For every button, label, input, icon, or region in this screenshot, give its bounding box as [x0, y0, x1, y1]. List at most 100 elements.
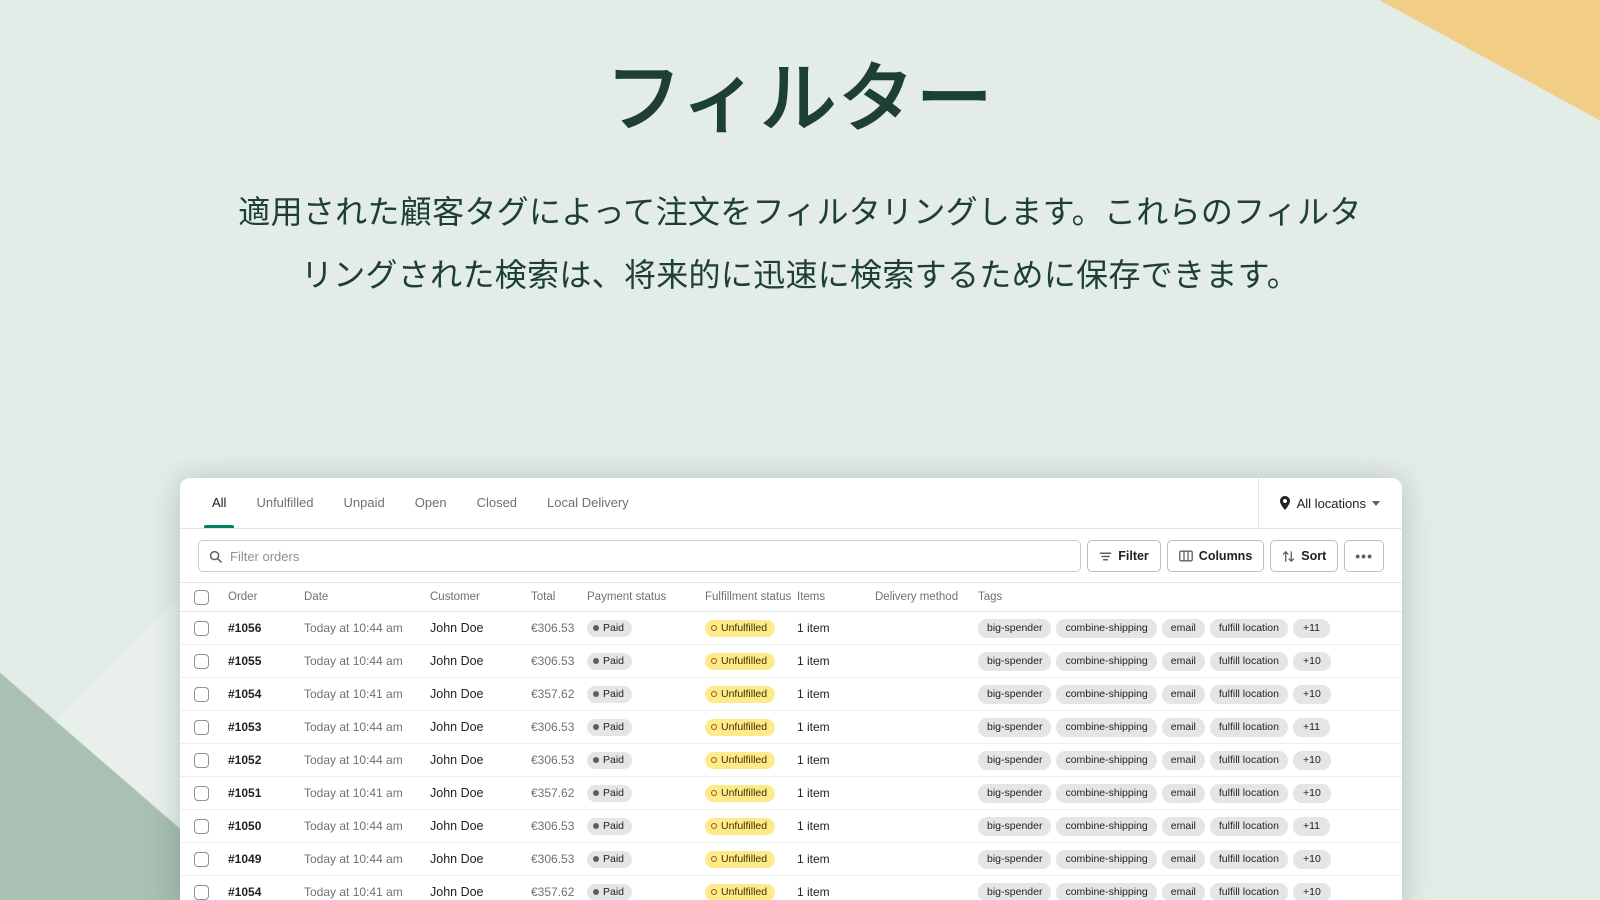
search-box[interactable] [198, 540, 1082, 572]
table-row[interactable]: #1054 Today at 10:41 am John Doe €357.62 Pai… [180, 678, 1402, 711]
row-checkbox[interactable] [194, 851, 209, 867]
tag-chip[interactable]: big-spender [978, 750, 1052, 770]
row-checkbox[interactable] [194, 620, 209, 636]
status-badge-label: Unfulfilled [721, 621, 768, 634]
tag-overflow-chip[interactable]: +10 [1292, 651, 1331, 671]
row-checkbox[interactable] [194, 785, 209, 801]
status-badge-unfulfilled: Unfulfilled [705, 685, 776, 703]
location-selector[interactable]: All locations [1257, 478, 1402, 528]
tag-chip[interactable]: big-spender [978, 618, 1052, 638]
tag-chip[interactable]: combine-shipping [1056, 783, 1157, 803]
table-row[interactable]: #1054 Today at 10:41 am John Doe €357.62 Pai… [180, 876, 1402, 900]
tag-chip[interactable]: combine-shipping [1056, 618, 1157, 638]
tag-chip[interactable]: email [1161, 651, 1205, 671]
tag-chip[interactable]: fulfill location [1209, 651, 1288, 671]
tag-chip[interactable]: fulfill location [1209, 849, 1288, 869]
tag-chip[interactable]: fulfill location [1209, 783, 1288, 803]
tag-chip[interactable]: combine-shipping [1056, 849, 1157, 869]
tag-chip[interactable]: fulfill location [1209, 684, 1288, 704]
tag-chip[interactable]: email [1161, 882, 1205, 900]
row-checkbox[interactable] [194, 818, 209, 834]
tab-unpaid[interactable]: Unpaid [332, 478, 397, 528]
tag-chip[interactable]: email [1161, 849, 1205, 869]
status-badge-paid: Paid [587, 685, 633, 703]
tag-chip[interactable]: combine-shipping [1056, 750, 1157, 770]
tag-chip[interactable]: fulfill location [1209, 816, 1288, 836]
table-row[interactable]: #1053 Today at 10:44 am John Doe €306.53 Pai… [180, 711, 1402, 744]
tab-all[interactable]: All [200, 478, 238, 528]
sort-button[interactable]: Sort [1270, 540, 1339, 572]
tab-label: Local Delivery [547, 495, 629, 510]
orders-app-window: All Unfulfilled Unpaid Open Closed Local Deli… [180, 478, 1402, 900]
table-row[interactable]: #1056 Today at 10:44 am John Doe €306.53 Pai… [180, 612, 1402, 645]
tag-chip[interactable]: combine-shipping [1056, 651, 1157, 671]
cell-date: Today at 10:41 am [304, 687, 403, 701]
row-checkbox[interactable] [194, 686, 209, 702]
column-header-items: Items [797, 591, 826, 603]
row-checkbox-cell [194, 884, 228, 900]
cell-total: €306.53 [531, 621, 575, 635]
tag-chip[interactable]: big-spender [978, 816, 1052, 836]
tab-closed[interactable]: Closed [465, 478, 529, 528]
select-all-checkbox[interactable] [194, 589, 209, 605]
more-actions-button[interactable]: ••• [1344, 540, 1384, 572]
tag-overflow-chip[interactable]: +10 [1292, 750, 1331, 770]
tag-chip[interactable]: combine-shipping [1056, 882, 1157, 900]
table-row[interactable]: #1055 Today at 10:44 am John Doe €306.53 Pai… [180, 645, 1402, 678]
filter-button[interactable]: Filter [1087, 540, 1161, 572]
tag-chip[interactable]: fulfill location [1209, 618, 1288, 638]
row-checkbox[interactable] [194, 719, 209, 735]
tag-overflow-chip[interactable]: +11 [1292, 816, 1331, 836]
table-row[interactable]: #1052 Today at 10:44 am John Doe €306.53 Pai… [180, 744, 1402, 777]
tab-unfulfilled[interactable]: Unfulfilled [244, 478, 325, 528]
tag-overflow-chip[interactable]: +10 [1292, 684, 1331, 704]
cell-date: Today at 10:44 am [304, 753, 403, 767]
cell-date: Today at 10:41 am [304, 885, 403, 899]
tag-chip[interactable]: big-spender [978, 684, 1052, 704]
row-checkbox[interactable] [194, 653, 209, 669]
tag-chip[interactable]: combine-shipping [1056, 816, 1157, 836]
columns-button[interactable]: Columns [1166, 540, 1265, 572]
tag-chip[interactable]: email [1161, 816, 1205, 836]
tag-chip[interactable]: big-spender [978, 651, 1052, 671]
table-row[interactable]: #1050 Today at 10:44 am John Doe €306.53 Pai… [180, 810, 1402, 843]
tag-overflow-chip[interactable]: +10 [1292, 882, 1331, 900]
tag-overflow-chip[interactable]: +10 [1292, 849, 1331, 869]
filter-button-label: Filter [1118, 549, 1149, 563]
tag-chip[interactable]: fulfill location [1209, 750, 1288, 770]
tab-open[interactable]: Open [403, 478, 459, 528]
row-checkbox-cell [194, 851, 228, 867]
cell-order: #1053 [228, 720, 262, 734]
tag-overflow-chip[interactable]: +11 [1292, 618, 1331, 638]
tag-chip[interactable]: email [1161, 783, 1205, 803]
tag-chip[interactable]: big-spender [978, 882, 1052, 900]
cell-items: 1 item [797, 852, 830, 866]
tag-chip[interactable]: fulfill location [1209, 717, 1288, 737]
tag-chip[interactable]: combine-shipping [1056, 717, 1157, 737]
tag-chip[interactable]: email [1161, 717, 1205, 737]
tag-chip[interactable]: fulfill location [1209, 882, 1288, 900]
tag-chip[interactable]: big-spender [978, 717, 1052, 737]
cell-order: #1055 [228, 654, 262, 668]
tag-chip[interactable]: email [1161, 684, 1205, 704]
tag-overflow-chip[interactable]: +10 [1292, 783, 1331, 803]
row-checkbox[interactable] [194, 884, 209, 900]
table-row[interactable]: #1049 Today at 10:44 am John Doe €306.53 Pai… [180, 843, 1402, 876]
table-row[interactable]: #1051 Today at 10:41 am John Doe €357.62 Pai… [180, 777, 1402, 810]
row-checkbox[interactable] [194, 752, 209, 768]
tag-chip[interactable]: email [1161, 750, 1205, 770]
tag-overflow-chip[interactable]: +11 [1292, 717, 1331, 737]
search-input[interactable] [230, 548, 1071, 564]
tag-chip[interactable]: big-spender [978, 849, 1052, 869]
cell-payment-status: Paid [587, 784, 705, 802]
cell-fulfillment-status: Unfulfilled [705, 685, 797, 703]
filled-dot-icon [593, 724, 599, 730]
tag-chip[interactable]: big-spender [978, 783, 1052, 803]
tag-chip[interactable]: combine-shipping [1056, 684, 1157, 704]
tab-local-delivery[interactable]: Local Delivery [535, 478, 641, 528]
status-badge-label: Unfulfilled [721, 687, 768, 700]
tab-label: Unpaid [343, 495, 385, 510]
tag-chip[interactable]: email [1161, 618, 1205, 638]
search-icon [209, 550, 222, 563]
cell-date: Today at 10:44 am [304, 819, 403, 833]
